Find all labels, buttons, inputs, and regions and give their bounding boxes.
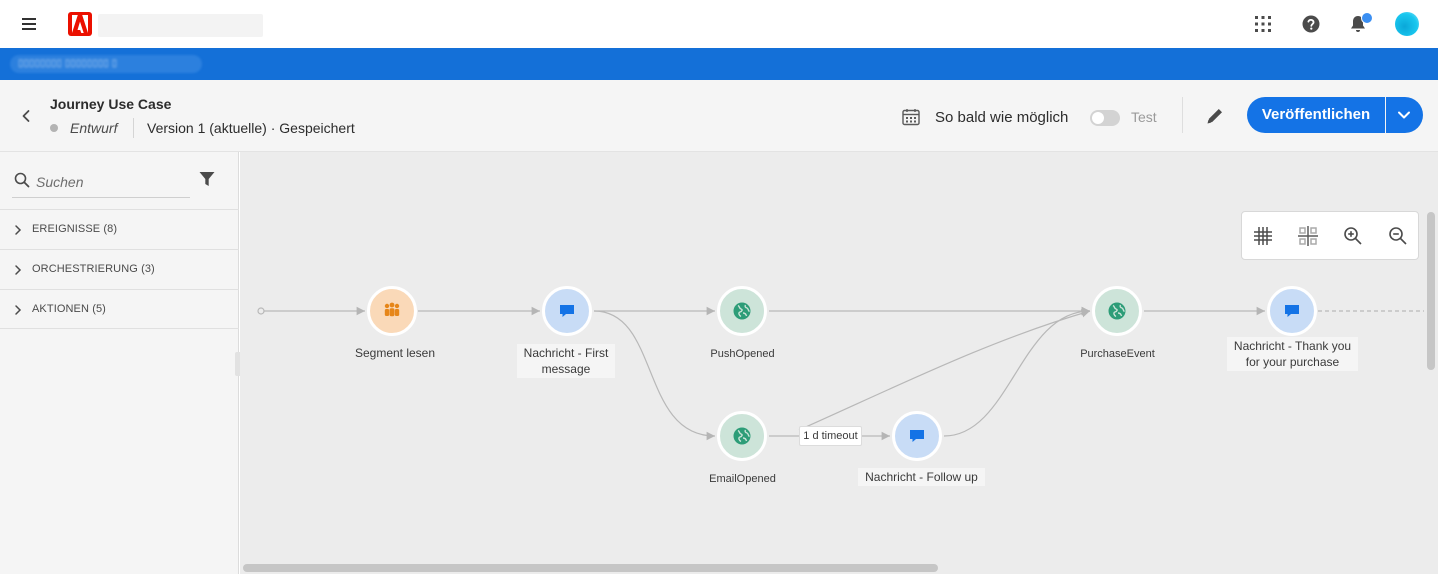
node-label-line: for your purchase <box>1245 355 1340 369</box>
category-count: (5) <box>92 303 106 315</box>
journey-version: Version 1 (aktuelle) · Gespeichert <box>147 120 355 136</box>
globe-icon <box>733 302 751 320</box>
sandbox-name-blurred: ▯▯▯▯▯▯▯▯ ▯▯▯▯▯▯▯▯ ▯ <box>18 58 118 69</box>
node-nachricht-follow-up[interactable] <box>892 411 942 461</box>
chat-bubble-icon <box>910 430 924 442</box>
sandbox-bar <box>0 48 1438 80</box>
node-purchase-event[interactable] <box>1092 286 1142 336</box>
globe-icon <box>733 427 751 445</box>
schedule-button[interactable]: So bald wie möglich <box>935 109 1068 126</box>
node-nachricht-first-message[interactable] <box>542 286 592 336</box>
category-aktionen[interactable]: AKTIONEN (5) <box>0 289 239 329</box>
zoom-in-icon[interactable] <box>1341 224 1365 248</box>
chat-bubble-icon <box>560 305 574 317</box>
node-push-opened[interactable] <box>717 286 767 336</box>
back-chevron-icon[interactable] <box>18 108 34 124</box>
edit-pencil-icon[interactable] <box>1204 105 1226 127</box>
node-label: EmailOpened <box>709 473 776 485</box>
node-nachricht-thank-you[interactable] <box>1267 286 1317 336</box>
horizontal-scrollbar[interactable] <box>243 564 938 572</box>
status-dot <box>50 124 58 132</box>
category-orchestrierung[interactable]: ORCHESTRIERUNG (3) <box>0 249 239 289</box>
grid-icon[interactable] <box>1251 224 1275 248</box>
apps-grid-icon[interactable] <box>1251 12 1275 36</box>
org-switcher[interactable] <box>98 14 263 37</box>
divider <box>133 118 134 138</box>
chat-bubble-icon <box>1285 305 1299 317</box>
node-label: PushOpened <box>710 348 775 360</box>
category-ereignisse[interactable]: EREIGNISSE (8) <box>0 209 239 249</box>
people-icon <box>384 302 400 317</box>
category-label: AKTIONEN <box>32 303 90 315</box>
chevron-down-icon <box>1398 111 1410 119</box>
chevron-right-icon <box>15 305 22 315</box>
fit-to-screen-icon[interactable] <box>1296 224 1320 248</box>
chevron-right-icon <box>15 225 22 235</box>
journey-status: Entwurf <box>70 120 118 136</box>
node-label-line: Nachricht - First <box>523 346 609 360</box>
adobe-logo[interactable] <box>68 12 92 36</box>
publish-button[interactable]: Veröffentlichen <box>1247 97 1385 133</box>
node-label: Nachricht - First message <box>517 344 615 378</box>
category-label: EREIGNISSE <box>32 223 101 235</box>
zoom-out-icon[interactable] <box>1386 224 1410 248</box>
node-email-opened[interactable] <box>717 411 767 461</box>
toggle-knob <box>1092 112 1104 124</box>
canvas-toolbox <box>1241 211 1419 260</box>
journey-title: Journey Use Case <box>50 96 172 112</box>
vertical-scrollbar[interactable] <box>1427 212 1435 370</box>
search-field[interactable]: Suchen <box>12 168 190 198</box>
node-segment-lesen[interactable] <box>367 286 417 336</box>
connector <box>798 309 1091 431</box>
divider <box>1182 97 1183 133</box>
calendar-icon[interactable] <box>901 107 921 127</box>
test-label: Test <box>1131 109 1157 125</box>
node-label: Segment lesen <box>354 346 436 360</box>
node-label-line: Nachricht - Thank you <box>1233 339 1352 353</box>
search-icon <box>14 172 30 188</box>
node-label: PurchaseEvent <box>1080 348 1155 360</box>
chevron-right-icon <box>15 265 22 275</box>
help-icon[interactable] <box>1299 12 1323 36</box>
timeout-label[interactable]: 1 d timeout <box>799 426 862 446</box>
filter-icon[interactable] <box>198 170 216 188</box>
globe-icon <box>1108 302 1126 320</box>
category-label: ORCHESTRIERUNG <box>32 263 138 275</box>
avatar[interactable] <box>1395 12 1419 36</box>
category-count: (3) <box>141 263 155 275</box>
node-label: Nachricht - Follow up <box>858 468 985 486</box>
notification-badge <box>1361 12 1373 24</box>
test-toggle[interactable] <box>1090 110 1120 126</box>
node-label-line: message <box>541 362 591 376</box>
search-input[interactable]: Suchen <box>36 174 83 190</box>
publish-menu-button[interactable] <box>1386 97 1423 133</box>
node-label: Nachricht - Thank you for your purchase <box>1227 337 1358 371</box>
category-count: (8) <box>103 223 118 235</box>
hamburger-icon[interactable] <box>22 16 40 30</box>
connector <box>943 306 1091 437</box>
